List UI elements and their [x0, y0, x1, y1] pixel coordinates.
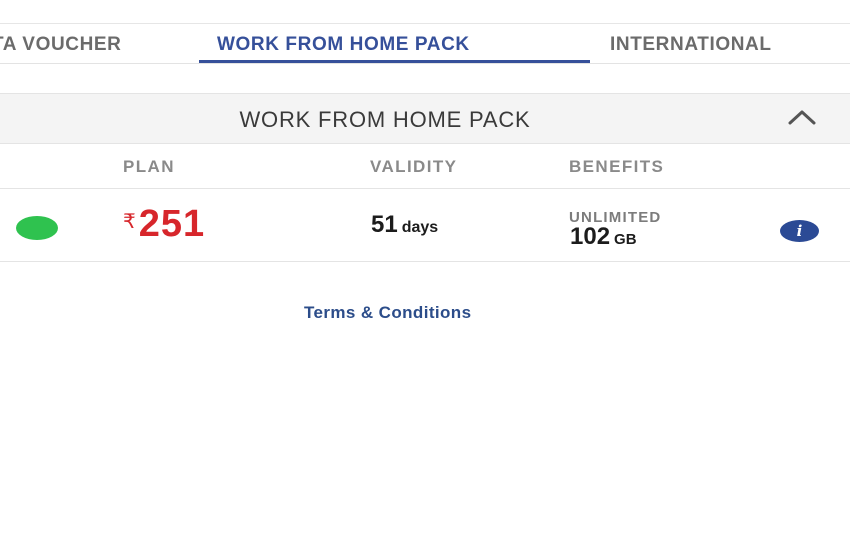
tab-data-voucher[interactable]: TA VOUCHER — [0, 34, 122, 56]
validity-value: 51 — [371, 211, 398, 238]
column-header-benefits: BENEFITS — [569, 157, 665, 176]
rupee-symbol: ₹ — [123, 211, 136, 233]
info-icon[interactable]: i — [780, 220, 819, 242]
column-header-plan: PLAN — [123, 157, 175, 176]
chevron-up-icon[interactable] — [788, 109, 816, 125]
section-title: WORK FROM HOME PACK — [239, 107, 531, 132]
terms-and-conditions-link[interactable]: Terms & Conditions — [304, 303, 471, 323]
benefit-value: 102 — [570, 223, 611, 250]
validity-unit: days — [401, 219, 439, 236]
plan-status-dot — [16, 216, 58, 240]
column-header-validity: VALIDITY — [370, 157, 458, 176]
plan-row[interactable]: ₹251 51 days UNLIMITED 102 GB i — [0, 189, 850, 262]
plan-benefit: 102 GB — [570, 223, 637, 251]
price-amount: 251 — [138, 203, 206, 245]
benefit-unit: GB — [614, 231, 637, 248]
section-header-work-from-home-pack[interactable]: WORK FROM HOME PACK — [0, 93, 850, 144]
plan-category-tabs: TA VOUCHER WORK FROM HOME PACK INTERNATI… — [0, 24, 850, 64]
plan-validity: 51 days — [371, 211, 438, 239]
tab-work-from-home-pack[interactable]: WORK FROM HOME PACK — [217, 34, 470, 56]
active-tab-indicator — [199, 60, 590, 63]
recharge-plans-page: TA VOUCHER WORK FROM HOME PACK INTERNATI… — [0, 0, 850, 550]
plan-price: ₹251 — [123, 203, 205, 246]
tab-international[interactable]: INTERNATIONAL — [610, 34, 772, 56]
